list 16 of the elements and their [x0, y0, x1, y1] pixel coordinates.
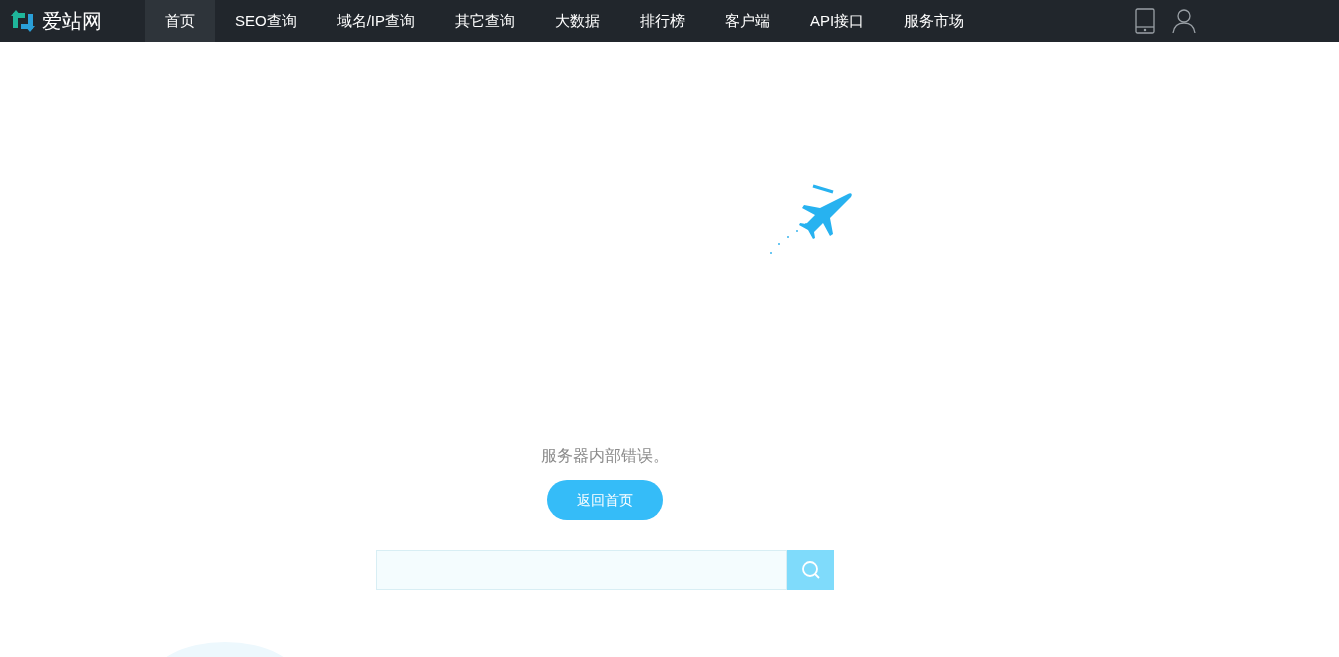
nav-tab[interactable]: 其它查询 — [435, 0, 536, 42]
logo-icon — [10, 8, 36, 34]
search-icon — [800, 560, 821, 580]
nav-tab[interactable]: SEO查询 — [215, 0, 317, 42]
logo-text[interactable]: 爱站网 — [42, 6, 102, 36]
error-message: 服务器内部错误。 — [541, 446, 669, 466]
nav-tab[interactable]: 客户端 — [705, 0, 791, 42]
nav-tab[interactable]: API接口 — [790, 0, 885, 42]
nav-tab[interactable]: 服务市场 — [884, 0, 985, 42]
nav-tab[interactable]: 大数据 — [535, 0, 621, 42]
nav-tab[interactable]: 排行榜 — [620, 0, 706, 42]
tablet-icon[interactable] — [1135, 8, 1155, 34]
user-icon[interactable] — [1171, 8, 1197, 34]
nav-tab[interactable]: 首页 — [145, 0, 215, 42]
search-field[interactable] — [376, 550, 787, 590]
nav-tab[interactable]: 域名/IP查询 — [316, 0, 436, 42]
